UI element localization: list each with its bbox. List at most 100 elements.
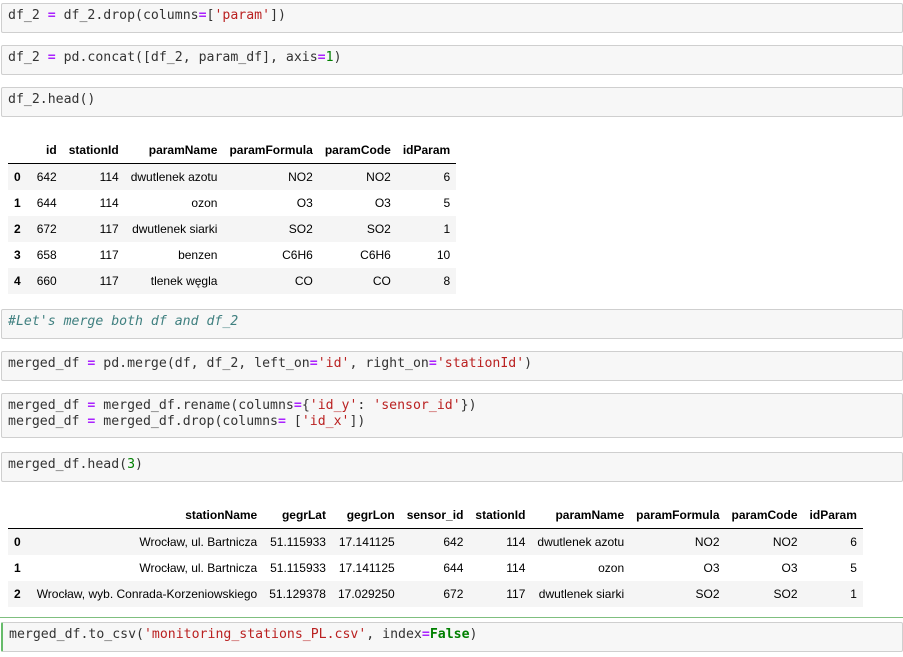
table-cell: CO: [372, 274, 391, 288]
code-token: False: [429, 627, 470, 642]
code-line: merged_df = merged_df.rename(columns={'i…: [8, 398, 477, 413]
table-cell: tlenek węgla: [150, 274, 218, 288]
code-token: 'stationId': [436, 356, 525, 371]
table-cell: 1: [443, 222, 451, 236]
code-token: ]): [349, 414, 366, 429]
code-line: df_2 = pd.concat([df_2, param_df], axis=…: [8, 50, 342, 65]
row-index: 2: [14, 587, 21, 601]
table-cell: C6H6: [360, 248, 391, 262]
table-cell: O3: [374, 196, 391, 210]
column-header: sensor_id: [400, 502, 470, 529]
table-cell: O3: [703, 561, 720, 575]
code-token: pd.merge(df, df_2, left_on: [95, 356, 310, 371]
code-token: =: [198, 8, 207, 23]
table-cell: 6: [850, 535, 857, 549]
code-line: #Let's merge both df and df_2: [8, 314, 238, 329]
code-token: :: [357, 398, 374, 413]
table-cell: O3: [296, 196, 313, 210]
code-token: 'id_x': [301, 414, 350, 429]
table-cell: 672: [36, 222, 57, 236]
code-token: df_2.head(): [8, 92, 96, 107]
table-cell: SO2: [773, 587, 798, 601]
table-cell: dwutlenek azotu: [537, 535, 625, 549]
table-cell: NO2: [288, 170, 313, 184]
code-token: ): [469, 627, 478, 642]
table-cell: 6: [443, 170, 451, 184]
table-cell: 114: [99, 196, 119, 210]
column-header: stationName: [30, 502, 264, 529]
table-cell: 51.115933: [270, 535, 326, 549]
table-row: 2 672 117 dwutlenek siarki SO2 SO2 1: [8, 216, 457, 242]
table-cell: CO: [294, 274, 313, 288]
table-row: 0 Wrocław, ul. Bartnicza 51.115933 17.14112…: [8, 528, 863, 555]
code-token: merged_df.head(: [8, 457, 128, 472]
code-token: merged_df: [8, 356, 88, 371]
table-cell: 10: [436, 248, 451, 262]
code-cell-to-csv[interactable]: merged_df.to_csv('monitoring_stations_PL…: [1, 622, 903, 652]
code-token: 'id_y': [309, 398, 358, 413]
markdown-cell-merge-comment[interactable]: #Let's merge both df and df_2: [1, 309, 903, 339]
code-line: merged_df = pd.merge(df, df_2, left_on='…: [8, 356, 532, 371]
code-token: =: [428, 356, 437, 371]
code-cell-merged-head[interactable]: merged_df.head(3): [1, 452, 903, 482]
table-cell: dwutlenek azotu: [130, 170, 218, 184]
table-cell: NO2: [366, 170, 391, 184]
table-cell: 17.029250: [337, 587, 395, 601]
code-token: ): [135, 457, 143, 472]
table-cell: 51.115933: [270, 561, 326, 575]
table-cell: 17.141125: [338, 561, 395, 575]
code-token: {: [301, 398, 310, 413]
column-header: stationId: [469, 502, 532, 529]
table-cell: 117: [99, 274, 119, 288]
table-header-row: stationName gegrLat gegrLon sensor_id statio…: [8, 502, 863, 529]
row-index: 1: [14, 561, 21, 575]
table-cell: dwutlenek siarki: [538, 587, 625, 601]
output-table-df2: id stationId paramName paramFormula paramCod…: [8, 137, 457, 294]
table-cell: Wrocław, ul. Bartnicza: [139, 535, 258, 549]
code-token: =: [47, 50, 56, 65]
table-cell: Wrocław, ul. Bartnicza: [139, 561, 258, 575]
table-cell: 117: [99, 248, 119, 262]
table-cell: 642: [443, 535, 464, 549]
code-token: ): [524, 356, 533, 371]
table-row: 3 658 117 benzen C6H6 C6H6 10: [8, 242, 456, 268]
table-cell: O3: [781, 561, 798, 575]
code-cell-concat[interactable]: df_2 = pd.concat([df_2, param_df], axis=…: [1, 45, 903, 75]
column-header: stationId: [62, 137, 125, 164]
row-index: 3: [14, 248, 21, 262]
column-header: idParam: [396, 137, 457, 164]
code-token: merged_df.drop(columns: [95, 414, 278, 429]
table-cell: ozon: [191, 196, 218, 210]
column-header: paramName: [124, 137, 224, 164]
table-cell: 642: [36, 170, 57, 184]
column-header: paramFormula: [630, 502, 726, 529]
table-cell: 114: [506, 535, 526, 549]
column-header: gegrLat: [263, 502, 332, 529]
code-cell-drop-param[interactable]: df_2 = df_2.drop(columns=['param']): [1, 3, 903, 33]
table-cell: 117: [506, 587, 526, 601]
code-token: pd.concat([df_2, param_df], axis: [55, 50, 318, 65]
code-token: 'monitoring_stations_PL.csv': [143, 627, 367, 642]
table-cell: 644: [36, 196, 57, 210]
code-cell-df2-head[interactable]: df_2.head(): [1, 87, 903, 117]
index-header: [8, 502, 31, 529]
code-token: =: [317, 50, 326, 65]
table-cell: 51.129378: [269, 587, 326, 601]
table-cell: ozon: [598, 561, 625, 575]
code-token: , right_on: [349, 356, 429, 371]
code-token: ]): [270, 8, 286, 23]
table-cell: 8: [443, 274, 451, 288]
code-token: [: [285, 414, 302, 429]
code-token: merged_df.rename(columns: [95, 398, 294, 413]
code-token: }): [460, 398, 477, 413]
code-cell-merge[interactable]: merged_df = pd.merge(df, df_2, left_on='…: [1, 351, 903, 381]
code-token: merged_df: [8, 398, 88, 413]
code-token: 'sensor_id': [373, 398, 461, 413]
table-cell: 17.141125: [338, 535, 395, 549]
code-cell-rename-drop[interactable]: merged_df = merged_df.rename(columns={'i…: [1, 393, 903, 438]
table-cell: NO2: [772, 535, 798, 549]
column-header: gegrLon: [331, 502, 401, 529]
code-token: , index: [366, 627, 422, 642]
column-header: idParam: [803, 502, 863, 529]
code-token: =: [293, 398, 302, 413]
